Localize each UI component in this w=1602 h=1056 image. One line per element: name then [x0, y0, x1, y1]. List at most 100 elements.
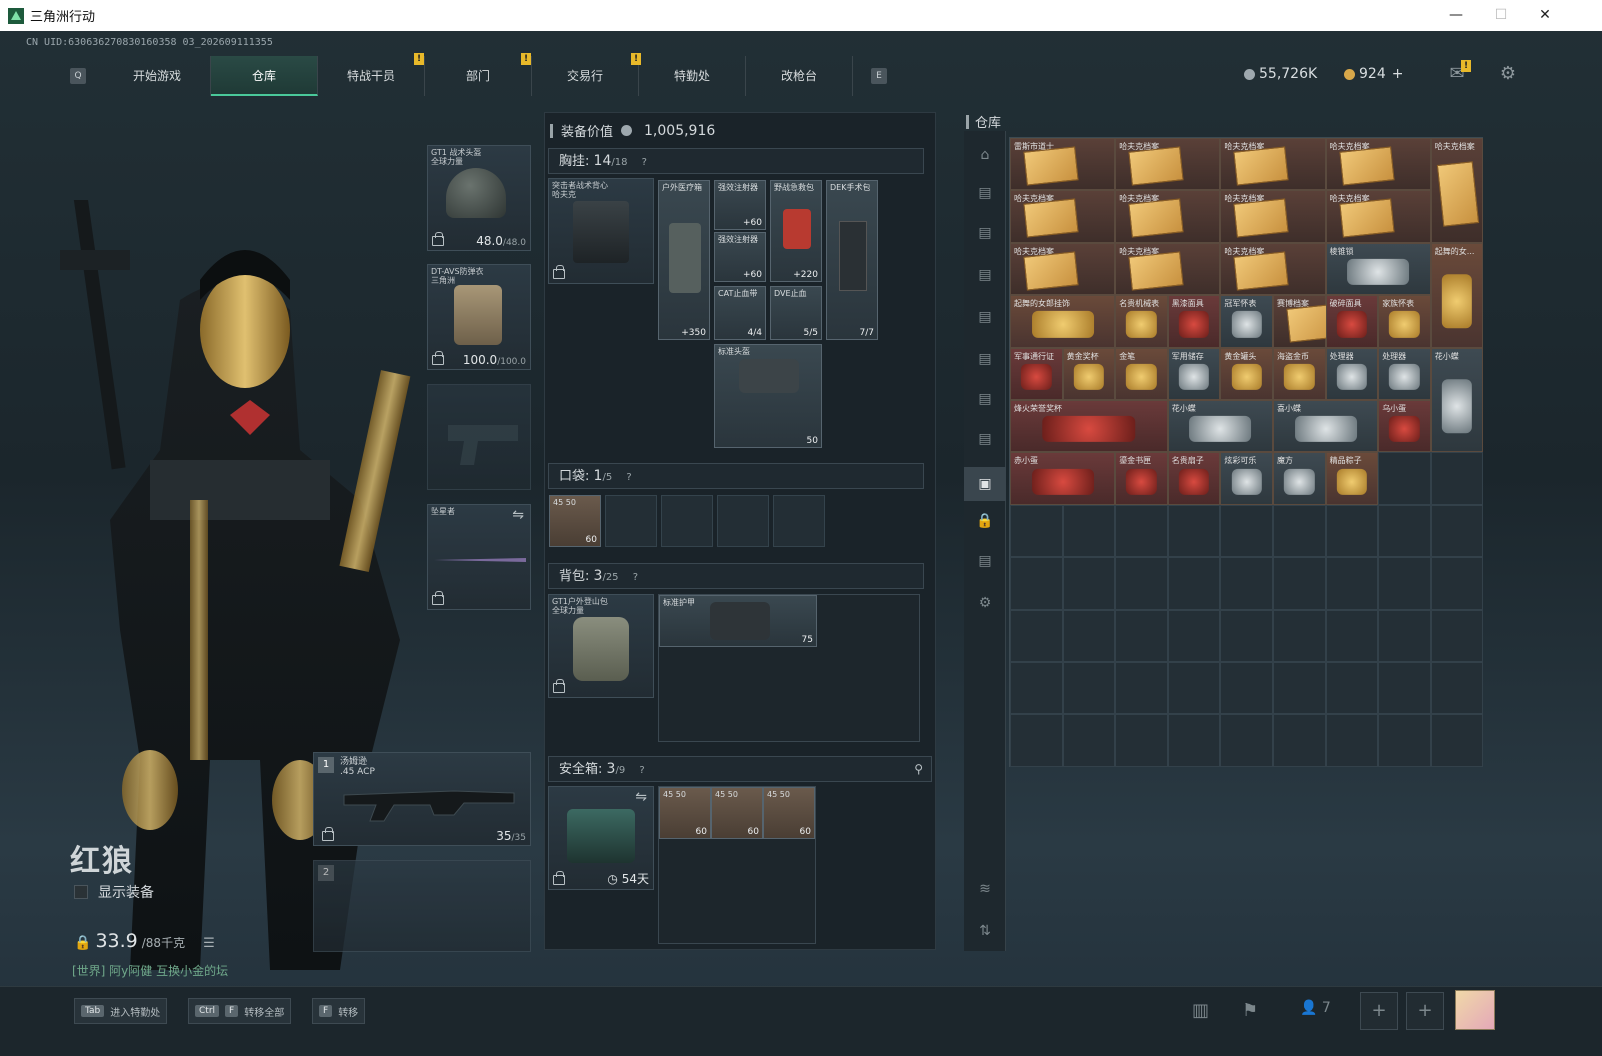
tab-department[interactable]: 部门!: [425, 53, 532, 96]
stash-item[interactable]: 处理器: [1378, 347, 1431, 400]
pistol-slot[interactable]: [427, 384, 531, 490]
stash-cell[interactable]: [1062, 504, 1116, 558]
safebox-item[interactable]: 45 50 60: [659, 787, 711, 839]
stash-item[interactable]: 名贵机械表: [1115, 295, 1168, 348]
stash-item[interactable]: 海盗金币: [1273, 347, 1326, 400]
stash-item[interactable]: 哈夫克档案: [1010, 242, 1116, 296]
stash-item[interactable]: 喜小蝶: [1273, 400, 1379, 453]
stash-item[interactable]: 花小蝶: [1430, 347, 1484, 453]
stash-cell[interactable]: [1010, 557, 1063, 610]
safebox-slot[interactable]: ⇋ ◷ 54天: [548, 786, 654, 890]
stash-item[interactable]: 家族怀表: [1378, 295, 1431, 348]
stash-settings-icon[interactable]: ⚙: [973, 593, 997, 613]
stash-cell[interactable]: [1378, 452, 1431, 505]
pocket-slot[interactable]: [661, 495, 713, 547]
armor-slot[interactable]: DT-AVS防弹衣 三角洲 100.0/100.0: [427, 264, 531, 370]
stash-cell[interactable]: [1167, 609, 1221, 662]
stash-tab-7-icon[interactable]: ▤: [973, 429, 997, 449]
stash-cell[interactable]: [1325, 662, 1379, 715]
stash-cell[interactable]: [1273, 557, 1326, 610]
help-icon[interactable]: ?: [642, 157, 647, 168]
stash-item[interactable]: 精品粽子: [1325, 452, 1379, 505]
chest-item[interactable]: CAT止血带 4/4: [714, 286, 766, 340]
stash-cell[interactable]: [1220, 662, 1273, 715]
swap-icon[interactable]: ⇋: [512, 507, 524, 523]
chest-item[interactable]: 标准头盔 50: [714, 344, 822, 448]
stash-cell[interactable]: [1430, 662, 1484, 715]
pocket-slot[interactable]: [773, 495, 825, 547]
stash-tab-5-icon[interactable]: ▤: [973, 349, 997, 369]
stash-stack-icon[interactable]: ≋: [973, 879, 997, 899]
stash-cell[interactable]: [1167, 662, 1221, 715]
chest-item[interactable]: 强效注射器 +60: [714, 180, 766, 230]
settings-gear-icon[interactable]: ⚙: [1497, 64, 1519, 84]
stash-item[interactable]: 乌小蛋: [1378, 400, 1431, 453]
weight-list-icon[interactable]: ☰: [203, 936, 215, 951]
stash-tab-add-icon[interactable]: ▤: [973, 551, 997, 571]
help-icon[interactable]: ?: [633, 572, 638, 583]
stash-cell[interactable]: [1325, 609, 1379, 662]
stash-cell[interactable]: [1010, 504, 1063, 558]
help-icon[interactable]: ?: [626, 472, 631, 483]
stash-cell[interactable]: [1115, 609, 1168, 662]
gold-currency[interactable]: 924 +: [1344, 66, 1403, 82]
stash-cell[interactable]: [1062, 609, 1116, 662]
stash-cell[interactable]: [1430, 452, 1484, 505]
chest-item[interactable]: 户外医疗箱 +350: [658, 180, 710, 340]
chest-item[interactable]: DVE止血 5/5: [770, 286, 822, 340]
stash-cell[interactable]: [1430, 557, 1484, 610]
stash-item[interactable]: 哈夫克档案: [1220, 138, 1326, 191]
tab-trade[interactable]: 交易行: [532, 56, 639, 96]
stash-cell[interactable]: [1220, 557, 1273, 610]
stash-cell[interactable]: [1167, 714, 1221, 767]
stash-item[interactable]: 哈夫克档案: [1220, 242, 1326, 296]
stash-item[interactable]: 炫彩可乐: [1220, 452, 1273, 505]
stash-cell[interactable]: [1430, 609, 1484, 662]
stash-item[interactable]: 雷斯市道士: [1010, 138, 1116, 191]
tab-start-game[interactable]: 开始游戏: [104, 56, 211, 96]
stash-cell[interactable]: [1010, 714, 1063, 767]
secondary-weapon-slot[interactable]: 2: [313, 860, 531, 952]
stash-item[interactable]: 起舞的女...: [1430, 242, 1484, 348]
stash-cell[interactable]: [1430, 504, 1484, 558]
show-gear-checkbox[interactable]: [74, 885, 88, 899]
pocket-slot[interactable]: [717, 495, 769, 547]
stash-cell[interactable]: [1430, 714, 1484, 767]
stash-cell[interactable]: [1273, 662, 1326, 715]
stash-tab-locked-icon[interactable]: 🔒: [973, 511, 997, 531]
stash-item[interactable]: 名贵扇子: [1167, 452, 1221, 505]
stats-icon[interactable]: ▥: [1192, 1000, 1209, 1021]
stash-item[interactable]: 魔方: [1273, 452, 1326, 505]
world-chat-line[interactable]: [世界] 阿y阿健 互换小金的坛: [72, 962, 228, 979]
invite-slot-button[interactable]: +: [1406, 992, 1444, 1030]
transfer-hint[interactable]: F 转移: [312, 998, 366, 1024]
stash-cell[interactable]: [1115, 557, 1168, 610]
friends-indicator[interactable]: 👤 7: [1300, 1000, 1331, 1016]
stash-cell[interactable]: [1325, 504, 1379, 558]
stash-cell[interactable]: [1273, 609, 1326, 662]
help-icon[interactable]: ?: [639, 765, 644, 776]
chest-item[interactable]: 野战急救包 +220: [770, 180, 822, 282]
stash-cell[interactable]: [1167, 557, 1221, 610]
flag-icon[interactable]: ⚑: [1242, 1000, 1258, 1021]
tab-operators[interactable]: 特战干员!: [318, 53, 425, 96]
backpack-item[interactable]: 标准护甲 75: [659, 595, 817, 647]
stash-cell[interactable]: [1010, 609, 1063, 662]
stash-item[interactable]: 哈夫克档案: [1430, 138, 1484, 243]
close-button[interactable]: ✕: [1522, 0, 1568, 31]
stash-sort-icon[interactable]: ⇅: [973, 921, 997, 941]
safebox-item[interactable]: 45 50 60: [763, 787, 815, 839]
stash-item[interactable]: 黄金罐头: [1220, 347, 1273, 400]
stash-cell[interactable]: [1378, 662, 1431, 715]
stash-item[interactable]: 哈夫克档案: [1220, 190, 1326, 243]
melee-slot[interactable]: 坠星者 ⇋: [427, 504, 531, 610]
stash-item[interactable]: 哈夫克档案: [1115, 242, 1221, 296]
stash-cell[interactable]: [1378, 504, 1431, 558]
maximize-button[interactable]: ☐: [1478, 0, 1524, 31]
stash-tab-all-icon[interactable]: ⌂: [973, 145, 997, 165]
pocket-slot[interactable]: [605, 495, 657, 547]
transfer-all-hint[interactable]: Ctrl F 转移全部: [188, 998, 292, 1024]
stash-item[interactable]: 哈夫克档案: [1325, 138, 1431, 191]
stash-tab-1-icon[interactable]: ▤: [973, 183, 997, 203]
player-avatar[interactable]: [1455, 990, 1495, 1030]
